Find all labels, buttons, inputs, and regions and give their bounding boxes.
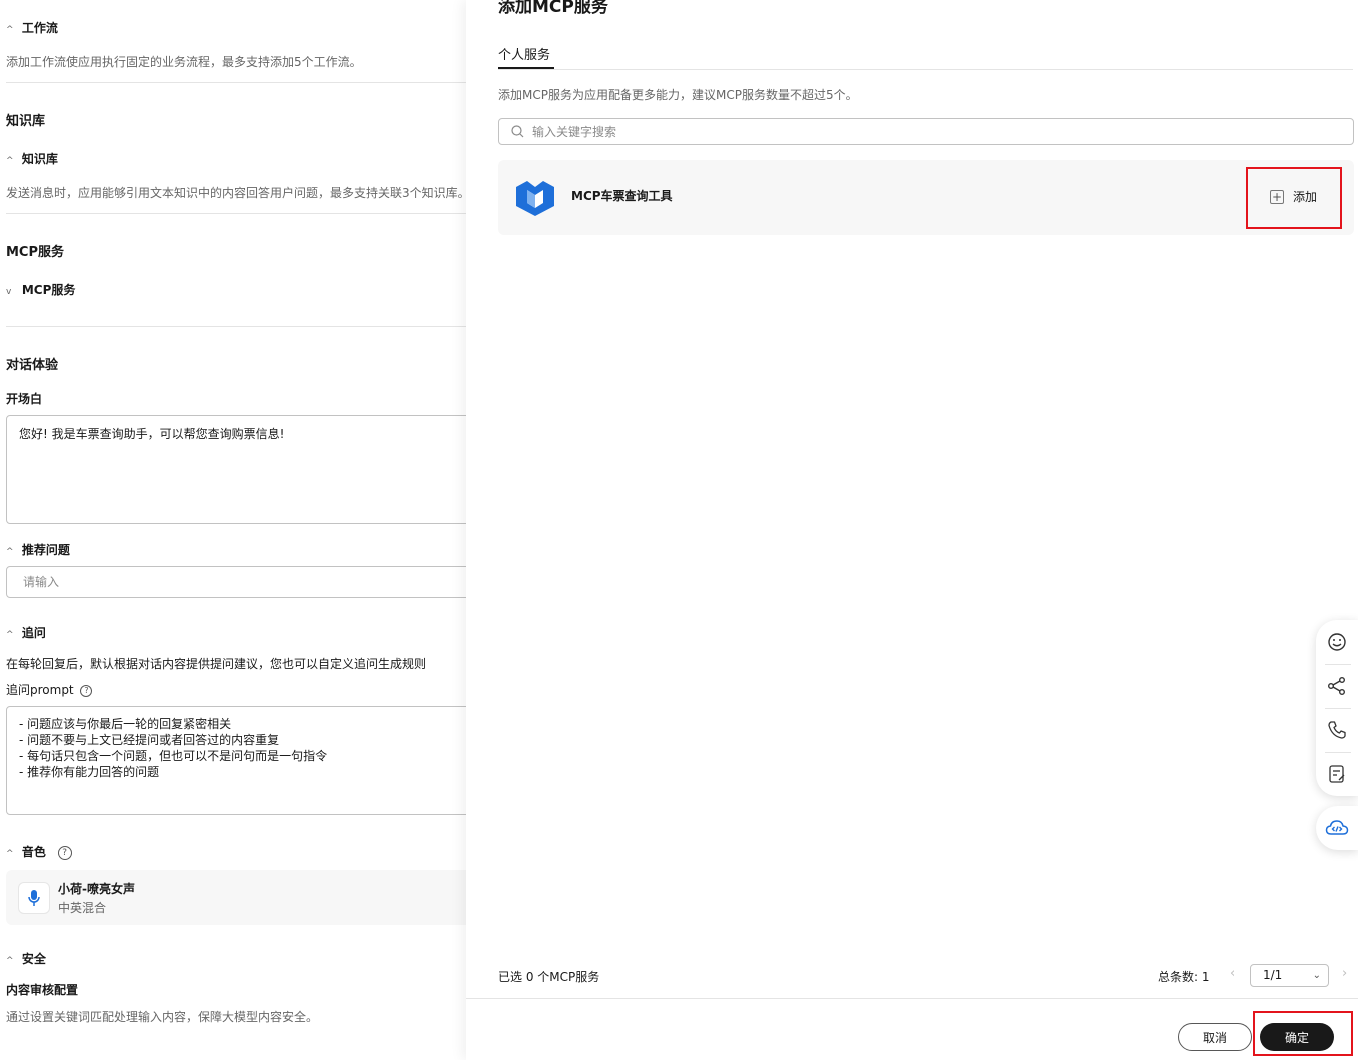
chevron-up-icon: ^ bbox=[6, 547, 14, 557]
prompt-line: - 问题不要与上文已经提问或者回答过的内容重复 bbox=[19, 733, 280, 747]
divider bbox=[6, 213, 466, 214]
chevron-up-icon: ^ bbox=[6, 25, 14, 35]
suggest-title: 推荐问题 bbox=[21, 543, 70, 557]
highlight-frame bbox=[1246, 167, 1342, 229]
page-value: 1/1 bbox=[1263, 968, 1283, 982]
followup-header[interactable]: ^ 追问 bbox=[6, 624, 46, 641]
mcp-header[interactable]: v MCP服务 bbox=[6, 281, 75, 298]
drawer-desc: 添加MCP服务为应用配备更多能力，建议MCP服务数量不超过5个。 bbox=[498, 88, 858, 102]
prompt-line: - 每句话只包含一个问题，但也可以不是问句而是一句指令 bbox=[19, 749, 328, 763]
voice-title: 音色 bbox=[21, 845, 46, 859]
security-header[interactable]: ^ 安全 bbox=[6, 950, 46, 967]
followup-prompt-textarea[interactable]: - 问题应该与你最后一轮的回复紧密相关 - 问题不要与上文已经提问或者回答过的内… bbox=[6, 706, 466, 815]
suggest-input[interactable]: 请输入 bbox=[6, 566, 466, 598]
service-card: MCP车票查询工具 + 添加 bbox=[498, 160, 1354, 235]
knowledge-desc: 发送消息时，应用能够引用文本知识中的内容回答用户问题，最多支持关联3个知识库。 bbox=[6, 186, 466, 200]
workflow-title: 工作流 bbox=[21, 21, 58, 35]
suggest-header[interactable]: ^ 推荐问题 bbox=[6, 541, 70, 558]
followup-desc: 在每轮回复后，默认根据对话内容提供提问建议，您也可以自定义追问生成规则 bbox=[6, 657, 427, 671]
search-icon bbox=[511, 125, 524, 138]
opening-text: 您好! 我是车票查询助手，可以帮您查询购票信息! bbox=[19, 427, 285, 441]
service-name: MCP车票查询工具 bbox=[571, 189, 673, 203]
highlight-frame bbox=[1253, 1011, 1353, 1056]
followup-prompt-label-row: 追问prompt ? bbox=[6, 681, 93, 698]
page-select[interactable]: 1/1 ⌄ bbox=[1250, 964, 1329, 987]
audit-title: 内容审核配置 bbox=[6, 983, 79, 997]
mcp-service-logo-icon bbox=[516, 181, 554, 216]
tab-personal-services[interactable]: 个人服务 bbox=[498, 44, 550, 63]
chevron-up-icon: ^ bbox=[6, 630, 14, 640]
footer-divider bbox=[466, 998, 1358, 999]
mcp-title: MCP服务 bbox=[21, 283, 76, 297]
search-input[interactable]: 输入关键字搜索 bbox=[498, 118, 1354, 145]
workflow-desc: 添加工作流使应用执行固定的业务流程，最多支持添加5个工作流。 bbox=[6, 55, 362, 69]
smile-icon[interactable] bbox=[1316, 620, 1358, 664]
chevron-up-icon: ^ bbox=[6, 956, 14, 966]
selected-count: 已选 0 个MCP服务 bbox=[498, 970, 600, 984]
total-count: 总条数: 1 bbox=[1158, 970, 1210, 984]
prompt-line: - 问题应该与你最后一轮的回复紧密相关 bbox=[19, 717, 232, 731]
microphone-icon bbox=[18, 882, 50, 914]
phone-icon[interactable] bbox=[1316, 708, 1358, 752]
chevron-down-icon: ⌄ bbox=[1312, 970, 1321, 981]
divider bbox=[6, 326, 466, 327]
next-page-icon[interactable]: › bbox=[1342, 966, 1347, 981]
mcp-section-title: MCP服务 bbox=[6, 245, 65, 260]
cancel-button[interactable]: 取消 bbox=[1178, 1023, 1252, 1051]
search-placeholder: 输入关键字搜索 bbox=[532, 125, 617, 139]
feedback-icon[interactable] bbox=[1316, 752, 1358, 796]
app-config-panel: ^ 工作流 添加工作流使应用执行固定的业务流程，最多支持添加5个工作流。 知识库… bbox=[0, 0, 466, 1060]
suggest-placeholder: 请输入 bbox=[23, 575, 60, 589]
help-icon[interactable]: ? bbox=[57, 845, 72, 860]
voice-card[interactable]: 小荷-嘹亮女声 中英混合 bbox=[6, 870, 466, 925]
chat-section-title: 对话体验 bbox=[6, 358, 59, 373]
voice-desc: 中英混合 bbox=[58, 901, 107, 915]
floating-toolbar bbox=[1316, 620, 1358, 796]
chevron-up-icon: ^ bbox=[6, 849, 14, 859]
voice-name: 小荷-嘹亮女声 bbox=[58, 882, 135, 896]
drawer-title: 添加MCP服务 bbox=[498, 0, 608, 17]
security-title: 安全 bbox=[21, 952, 46, 966]
knowledge-header[interactable]: ^ 知识库 bbox=[6, 150, 58, 167]
prev-page-icon[interactable]: ‹ bbox=[1230, 966, 1235, 981]
add-mcp-drawer: 添加MCP服务 个人服务 添加MCP服务为应用配备更多能力，建议MCP服务数量不… bbox=[466, 0, 1358, 1060]
voice-header[interactable]: ^ 音色 ? bbox=[6, 843, 72, 860]
knowledge-title: 知识库 bbox=[21, 152, 58, 166]
workflow-header[interactable]: ^ 工作流 bbox=[6, 19, 58, 36]
knowledge-section-title: 知识库 bbox=[6, 114, 46, 129]
chevron-down-icon: v bbox=[6, 287, 12, 297]
help-icon[interactable]: ? bbox=[80, 684, 93, 697]
divider bbox=[6, 82, 466, 83]
chevron-up-icon: ^ bbox=[6, 156, 14, 166]
audit-desc: 通过设置关键词匹配处理输入内容，保障大模型内容安全。 bbox=[6, 1010, 319, 1024]
opening-label: 开场白 bbox=[6, 392, 43, 406]
tabs-divider bbox=[498, 69, 1353, 70]
followup-prompt-label: 追问prompt bbox=[6, 683, 74, 697]
prompt-line: - 推荐你有能力回答的问题 bbox=[19, 765, 160, 779]
followup-title: 追问 bbox=[21, 626, 46, 640]
cloud-code-icon[interactable] bbox=[1316, 806, 1358, 850]
share-icon[interactable] bbox=[1316, 664, 1358, 708]
opening-textarea[interactable]: 您好! 我是车票查询助手，可以帮您查询购票信息! bbox=[6, 415, 466, 524]
